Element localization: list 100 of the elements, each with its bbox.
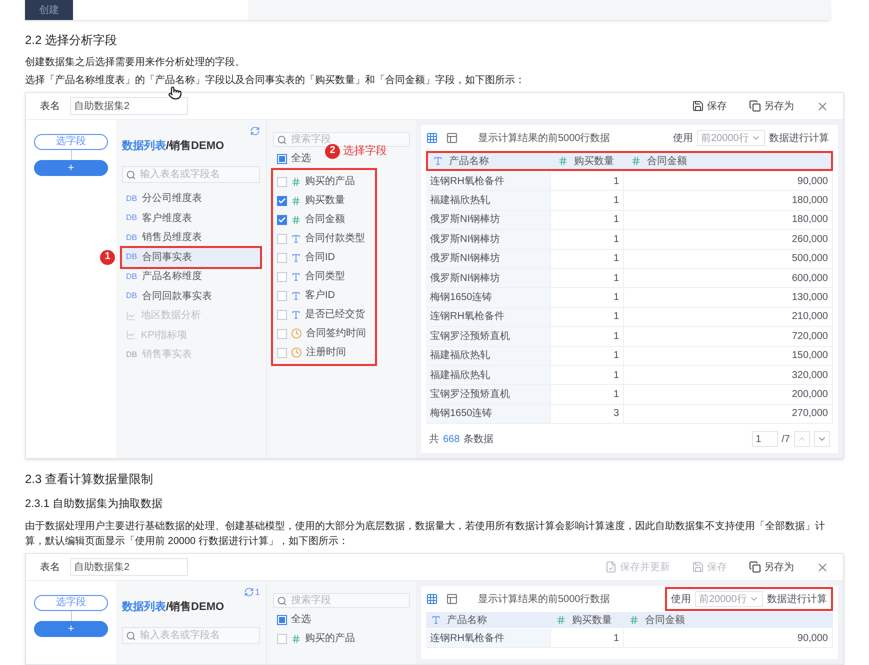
field-checkbox[interactable] <box>277 310 287 320</box>
panel-view-icon[interactable] <box>446 593 458 605</box>
field-name: 购买数量 <box>305 194 345 208</box>
column-name: 产品名称 <box>449 154 489 168</box>
hash-icon <box>291 196 301 206</box>
field-name: 购买的产品 <box>305 174 355 189</box>
source-title: /销售DEMO <box>166 138 224 154</box>
table-list-item[interactable]: DB 产品名称维度 <box>122 267 260 286</box>
field-checkbox[interactable] <box>277 234 287 244</box>
page-field[interactable]: 1 <box>752 431 778 448</box>
field-checkbox[interactable] <box>277 328 287 338</box>
save-as-button[interactable]: 另存为 <box>743 558 800 576</box>
field-checkbox[interactable] <box>277 348 287 358</box>
panel-view-icon[interactable] <box>446 132 458 144</box>
hash-icon <box>631 156 641 166</box>
field-name: 客户ID <box>305 288 335 303</box>
hash-icon <box>291 214 301 224</box>
field-list-item[interactable]: 合同签约时间 <box>277 324 371 343</box>
table-cell: 1 <box>551 288 624 307</box>
hash-icon <box>558 156 568 166</box>
field-list-item[interactable]: 合同金额 <box>277 210 371 229</box>
column-name: 购买数量 <box>574 154 614 168</box>
field-checkbox[interactable] <box>277 290 287 300</box>
table-cell: 宝钢罗泾预矫直机 <box>426 385 551 404</box>
table-cell: 180,000 <box>624 191 833 210</box>
select-all-checkbox[interactable] <box>277 614 287 624</box>
db-tag: DB <box>126 251 138 264</box>
field-checkbox[interactable] <box>277 196 287 206</box>
table-list-item[interactable]: DB 销售员维度表 <box>122 228 260 248</box>
save-button[interactable]: 保存 <box>686 97 733 115</box>
table-list-item[interactable]: DB 客户维度表 <box>122 208 260 228</box>
table-cell: 1 <box>551 385 624 404</box>
db-tag: DB <box>126 348 138 361</box>
table-name: 分公司维度表 <box>142 192 202 206</box>
field-checkbox[interactable] <box>277 214 287 224</box>
field-checkbox[interactable] <box>277 634 287 644</box>
search-icon <box>277 134 287 144</box>
clock-icon <box>291 328 302 339</box>
text-type-icon <box>433 156 443 166</box>
limit-prefix: 使用 <box>671 592 691 606</box>
db-tag: DB <box>126 212 138 224</box>
field-name: 合同签约时间 <box>306 326 366 341</box>
table-cell: 1 <box>551 191 624 210</box>
field-list-item[interactable]: 客户ID <box>277 286 371 305</box>
next-page-button[interactable] <box>814 431 830 448</box>
field-list-item[interactable]: 购买的产品 <box>277 629 375 648</box>
field-list-item[interactable]: 购买的产品 <box>277 172 371 191</box>
table-cell: 90,000 <box>624 172 833 190</box>
copy-icon <box>749 561 761 573</box>
data-list-link[interactable]: 数据列表 <box>122 598 166 616</box>
table-name: 客户维度表 <box>142 212 192 226</box>
copy-icon <box>749 100 761 112</box>
field-list-item[interactable]: 注册时间 <box>277 343 371 362</box>
table-name: 销售事实表 <box>142 348 192 362</box>
table-cell: 俄罗斯NI钢棒坊 <box>426 230 551 249</box>
table-cell: 宝钢罗泾预矫直机 <box>426 327 551 346</box>
select-all-checkbox[interactable] <box>277 154 287 164</box>
grid-view-icon[interactable] <box>426 132 438 144</box>
close-icon[interactable] <box>816 100 829 112</box>
field-list-item[interactable]: 合同类型 <box>277 267 371 286</box>
table-cell: 90,000 <box>624 629 833 648</box>
total-suffix: 条数据 <box>464 432 494 447</box>
table-list-item[interactable]: DB 合同事实表 <box>122 248 260 267</box>
refresh-icon[interactable] <box>244 587 254 597</box>
field-name: 是否已经交货 <box>305 308 365 322</box>
add-step-button[interactable]: + <box>34 621 108 637</box>
grid-view-icon[interactable] <box>426 593 438 605</box>
table-cell: 210,000 <box>624 308 833 326</box>
field-list-item[interactable]: 合同ID <box>277 248 371 267</box>
field-list-item[interactable]: 购买数量 <box>277 191 371 210</box>
table-cell: 180,000 <box>624 210 833 230</box>
table-name: 合同事实表 <box>142 250 192 265</box>
save-icon <box>692 100 704 112</box>
field-checkbox[interactable] <box>277 176 287 186</box>
field-name: 注册时间 <box>306 346 346 360</box>
close-icon[interactable] <box>816 560 829 574</box>
table-name-field[interactable]: 自助数据集2 <box>70 97 188 115</box>
field-checkbox[interactable] <box>277 252 287 262</box>
table-cell: 福建福欣热轧 <box>426 191 551 210</box>
hash-icon <box>556 615 566 625</box>
field-list-item[interactable]: 是否已经交货 <box>277 305 371 324</box>
table-name-field[interactable]: 自助数据集2 <box>70 558 188 576</box>
field-list-item[interactable]: 合同付款类型 <box>277 229 371 248</box>
data-list-link[interactable]: 数据列表 <box>122 138 166 154</box>
field-name: 合同付款类型 <box>305 232 365 246</box>
table-cell: 600,000 <box>624 268 833 288</box>
total-count: 668 <box>443 432 460 447</box>
field-checkbox[interactable] <box>277 272 287 282</box>
field-name: 合同金额 <box>305 212 345 227</box>
table-name-label: 表名 <box>40 560 60 574</box>
body-text: 选择「产品名称维度表」的「产品名称」字段以及合同事实表的「购买数量」和「合同金额」字段，如下图所示： <box>25 74 526 88</box>
table-list-item[interactable]: DB 分公司维度表 <box>122 189 260 208</box>
section-heading: 2.2 选择分析字段 <box>25 32 118 48</box>
create-button[interactable]: 创建 <box>25 0 73 20</box>
column-name: 购买数量 <box>572 614 612 628</box>
refresh-icon[interactable] <box>250 126 260 136</box>
table-cell: 270,000 <box>624 404 833 424</box>
save-as-button[interactable]: 另存为 <box>743 97 800 115</box>
add-step-button[interactable]: + <box>34 160 108 176</box>
table-list-item[interactable]: DB 合同回款事实表 <box>122 286 260 306</box>
